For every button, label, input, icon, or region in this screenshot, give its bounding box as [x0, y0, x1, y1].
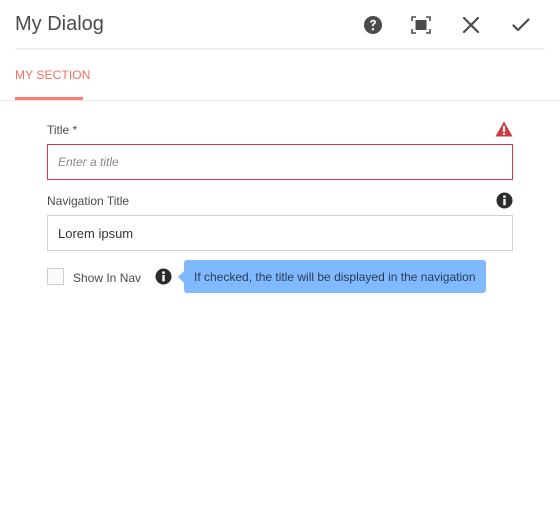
- fullscreen-icon: [411, 16, 431, 34]
- info-icon: [496, 192, 513, 209]
- dialog: My Dialog MY SECTION Title * Enter a tit…: [0, 0, 560, 530]
- dialog-title: My Dialog: [15, 13, 104, 35]
- navigation-title-input[interactable]: Lorem ipsum: [47, 215, 513, 251]
- show-in-nav-checkbox[interactable]: [47, 268, 64, 285]
- help-button[interactable]: [360, 12, 386, 38]
- navigation-title-value: Lorem ipsum: [58, 225, 134, 241]
- title-error-indicator[interactable]: [495, 121, 513, 142]
- checkmark-icon: [512, 18, 530, 32]
- alert-icon: [495, 121, 513, 137]
- show-in-nav-label[interactable]: Show In Nav: [73, 271, 141, 285]
- info-icon: [155, 268, 172, 285]
- navigation-title-info-button[interactable]: [496, 192, 513, 214]
- tab-list: MY SECTION: [0, 50, 560, 101]
- title-input-placeholder: Enter a title: [58, 155, 119, 169]
- active-tab-indicator: [15, 97, 83, 100]
- show-in-nav-info-button[interactable]: [155, 268, 172, 290]
- close-button[interactable]: [458, 12, 484, 38]
- tooltip-text: If checked, the title will be displayed …: [194, 269, 476, 284]
- show-in-nav-tooltip: If checked, the title will be displayed …: [178, 260, 486, 293]
- title-label: Title *: [47, 123, 78, 137]
- fullscreen-button[interactable]: [408, 12, 434, 38]
- tab-my-section[interactable]: MY SECTION: [15, 68, 90, 82]
- help-icon: [364, 16, 382, 34]
- done-button[interactable]: [508, 12, 534, 38]
- title-input[interactable]: Enter a title: [47, 144, 513, 180]
- navigation-title-label: Navigation Title: [47, 194, 130, 208]
- dialog-header: My Dialog: [15, 0, 545, 50]
- close-icon: [462, 16, 480, 34]
